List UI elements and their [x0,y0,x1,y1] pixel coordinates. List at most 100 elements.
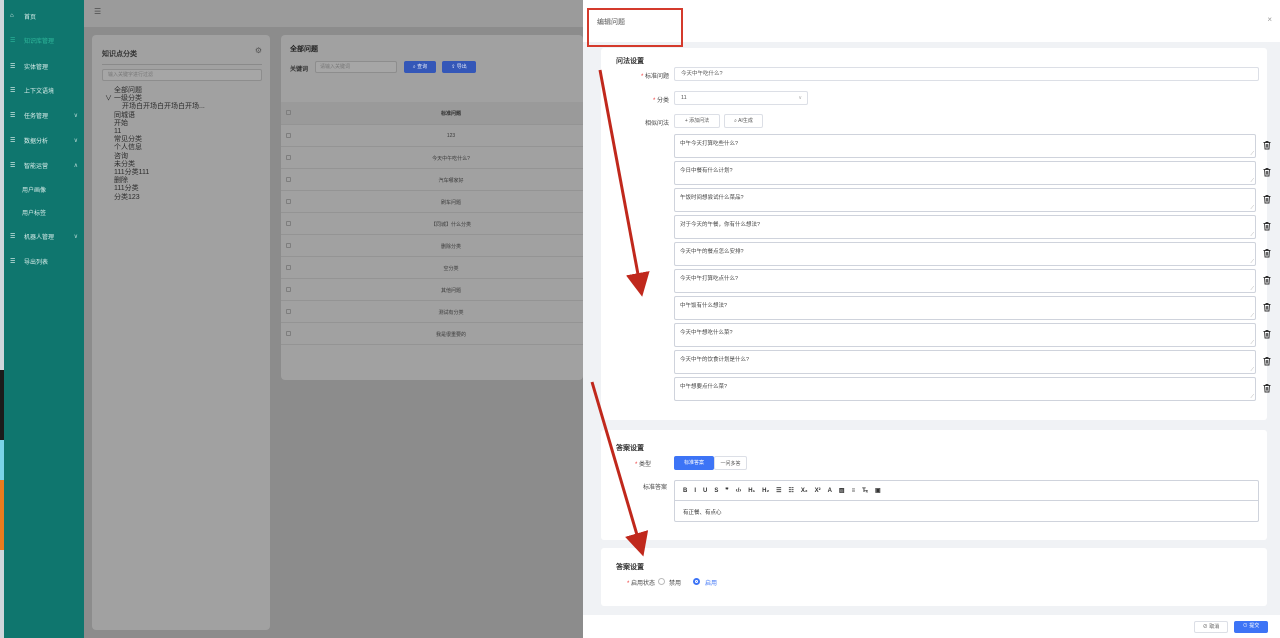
tree-node[interactable]: 开始 [102,120,262,128]
row-checkbox[interactable] [286,177,291,182]
sidebar-item-analytics[interactable]: ☰ 数据分析 ∨ [4,128,84,152]
standard-question-input[interactable]: 今天中午吃什么? [674,67,1259,81]
table-row[interactable]: 【同城】什么分类 [281,213,583,235]
resize-grip-icon[interactable]: ⟋ [1250,178,1254,184]
row-checkbox[interactable] [286,133,291,138]
tree-node[interactable]: 咨询 [102,153,262,161]
menu-toggle-icon[interactable]: ☰ [94,7,101,16]
row-checkbox[interactable] [286,265,291,270]
row-checkbox[interactable] [286,287,291,292]
heading1-icon[interactable]: H₁ [748,488,755,494]
select-all-checkbox[interactable] [286,110,291,115]
sidebar-item-robots[interactable]: ☰ 机器人管理 ∨ [4,224,84,248]
ai-generate-button[interactable]: ⌕ AI生成 [724,114,763,128]
tree-node[interactable]: 分类123 [102,194,262,202]
font-color-icon[interactable]: A [828,488,832,494]
tree-node[interactable]: 同城语 [102,112,262,120]
radio-disabled-label[interactable]: 禁用 [669,578,681,587]
editor-content[interactable]: 有正餐、有点心 [683,508,722,516]
table-row[interactable]: 汽车哪家好 [281,169,583,191]
table-row[interactable]: 空分类 [281,257,583,279]
tree-node[interactable]: 111分类 [102,185,262,193]
resize-grip-icon[interactable]: ⟋ [1250,259,1254,265]
resize-grip-icon[interactable]: ⟋ [1250,340,1254,346]
similar-question-textarea[interactable]: 午饭时间想尝试什么菜品? ⟋ [674,188,1256,212]
resize-grip-icon[interactable]: ⟋ [1250,151,1254,157]
row-checkbox[interactable] [286,309,291,314]
submit-button[interactable]: ⊙ 提交 [1234,621,1268,633]
row-checkbox[interactable] [286,221,291,226]
similar-question-textarea[interactable]: 今天中午打算吃点什么? ⟋ [674,269,1256,293]
table-row[interactable]: 删除分类 [281,235,583,257]
tree-node[interactable]: 开场白开场白开场白开场... [102,103,262,111]
sidebar-item-knowledge[interactable]: ☰ 知识库管理 [4,28,84,52]
resize-grip-icon[interactable]: ⟋ [1250,394,1254,400]
image-icon[interactable]: ▣ [875,487,881,494]
superscript-icon[interactable]: X² [815,488,821,494]
similar-question-textarea[interactable]: 今天中午的饮食计划是什么? ⟋ [674,350,1256,374]
row-checkbox[interactable] [286,243,291,248]
table-row[interactable]: 我是很重要的 [281,323,583,345]
category-search-input[interactable]: 输入关键字进行过滤 [102,69,262,81]
table-row[interactable]: 测试有分类 [281,301,583,323]
gear-icon[interactable]: ⚙ [255,46,262,55]
trash-icon[interactable] [1262,140,1272,150]
resize-grip-icon[interactable]: ⟋ [1250,205,1254,211]
background-color-icon[interactable]: ▨ [839,487,845,494]
tree-node[interactable]: 11 [102,128,262,136]
trash-icon[interactable] [1262,383,1272,393]
radio-enabled-label[interactable]: 启用 [705,578,717,587]
similar-question-textarea[interactable]: 中午想要点什么菜? ⟋ [674,377,1256,401]
trash-icon[interactable] [1262,356,1272,366]
trash-icon[interactable] [1262,167,1272,177]
cancel-button[interactable]: ⊘ 取消 [1194,621,1228,633]
align-icon[interactable]: ≡ [852,488,856,494]
sidebar-item-user-tags[interactable]: 用户标签 [4,200,84,224]
type-multi-answer-button[interactable]: 一问多答 [714,456,747,470]
similar-question-textarea[interactable]: 中午饭有什么想法? ⟋ [674,296,1256,320]
sidebar-item-home[interactable]: ⌂ 首页 [4,4,84,28]
code-icon[interactable]: ‹/› [736,488,742,494]
bullet-list-icon[interactable]: ☷ [789,487,794,494]
export-button[interactable]: ⇪ 导出 [442,61,476,73]
similar-question-textarea[interactable]: 对于今天的午餐，你有什么想法? ⟋ [674,215,1256,239]
similar-question-textarea[interactable]: 今日中餐有什么计划? ⟋ [674,161,1256,185]
resize-grip-icon[interactable]: ⟋ [1250,313,1254,319]
table-row[interactable]: 其他问题 [281,279,583,301]
subscript-icon[interactable]: X₂ [801,488,808,494]
add-question-button[interactable]: + 添加问法 [674,114,720,128]
resize-grip-icon[interactable]: ⟋ [1250,367,1254,373]
sidebar-item-entity[interactable]: ☰ 实体管理 [4,54,84,78]
italic-icon[interactable]: I [694,488,696,494]
row-checkbox[interactable] [286,155,291,160]
row-checkbox[interactable] [286,199,291,204]
sidebar-item-context[interactable]: ☰ 上下文语境 [4,78,84,102]
keyword-input[interactable]: 请输入关键词 [315,61,397,73]
radio-disabled[interactable] [658,578,665,585]
ordered-list-icon[interactable]: ☰ [776,487,781,494]
trash-icon[interactable] [1262,248,1272,258]
trash-icon[interactable] [1262,275,1272,285]
table-row[interactable]: 刷车问题 [281,191,583,213]
clear-format-icon[interactable]: T̶ₓ [862,488,868,494]
sidebar-item-operations[interactable]: ☰ 智能运营 ∧ [4,153,84,177]
trash-icon[interactable] [1262,302,1272,312]
tree-node[interactable]: 全部问题 [102,87,262,95]
similar-question-textarea[interactable]: 今天中午的餐点怎么安排? ⟋ [674,242,1256,266]
sidebar-item-tasks[interactable]: ☰ 任务管理 ∨ [4,103,84,127]
category-select[interactable]: 11 ∨ [674,91,808,105]
tree-node[interactable]: 个人信息 [102,144,262,152]
quote-icon[interactable]: ❞ [725,487,728,494]
trash-icon[interactable] [1262,194,1272,204]
trash-icon[interactable] [1262,329,1272,339]
type-standard-answer-button[interactable]: 标准答案 [674,456,714,470]
table-row[interactable]: 今天中午吃什么? [281,147,583,169]
strikethrough-icon[interactable]: S [714,488,718,494]
tree-node[interactable]: 未分类 [102,161,262,169]
trash-icon[interactable] [1262,221,1272,231]
similar-question-textarea[interactable]: 今天中午想吃什么菜? ⟋ [674,323,1256,347]
resize-grip-icon[interactable]: ⟋ [1250,232,1254,238]
radio-enabled[interactable] [693,578,700,585]
underline-icon[interactable]: U [703,488,707,494]
row-checkbox[interactable] [286,331,291,336]
